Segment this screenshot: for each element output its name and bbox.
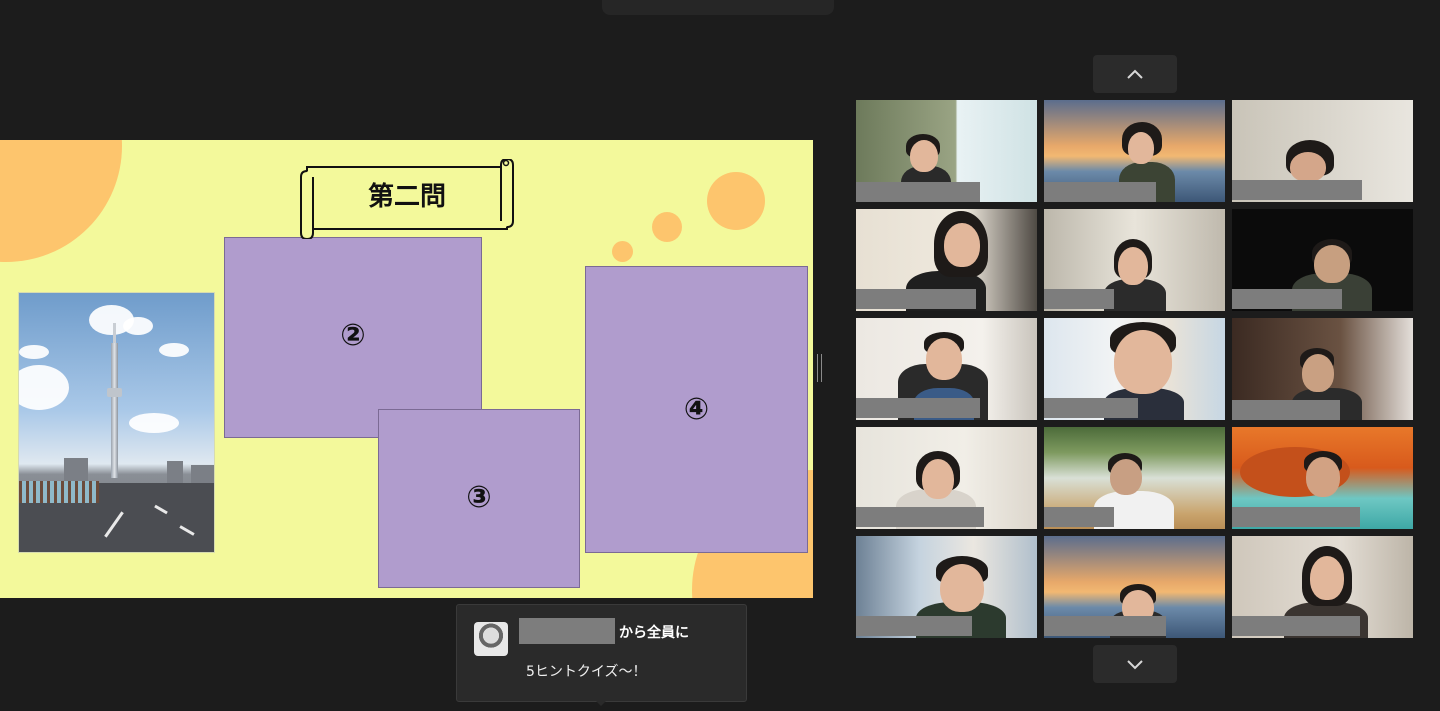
participant-name-mask (1232, 507, 1360, 527)
sender-name-mask (519, 618, 615, 644)
participant-name-mask (856, 398, 980, 418)
deco-circle (612, 241, 633, 262)
top-toolbar-tab[interactable] (602, 0, 834, 15)
participant-name-mask (1232, 400, 1340, 420)
participant-name-mask (856, 616, 972, 636)
answer-box-4: ④ (585, 266, 808, 553)
box-label: ④ (683, 392, 710, 427)
chevron-up-icon (1127, 69, 1143, 79)
box-label: ③ (466, 480, 492, 515)
participant-name-mask (856, 182, 980, 202)
participant-name-mask (856, 289, 976, 309)
chat-message-text: 5ヒントクイズ～！ (526, 664, 647, 680)
participant-video-tile[interactable] (1044, 209, 1225, 311)
panel-splitter-handle[interactable] (817, 354, 822, 382)
participant-video-tile[interactable] (1232, 318, 1413, 420)
deco-circle (652, 212, 682, 242)
participant-name-mask (1044, 289, 1114, 309)
participant-video-tile[interactable] (856, 209, 1037, 311)
participant-name-mask (1232, 616, 1360, 636)
participant-video-tile[interactable] (1232, 427, 1413, 529)
participant-name-mask (1044, 616, 1166, 636)
participant-video-tile[interactable] (856, 427, 1037, 529)
participant-video-tile[interactable] (856, 100, 1037, 202)
participant-video-tile[interactable] (1232, 209, 1413, 311)
skytree-photo (18, 292, 215, 553)
box-label: ② (340, 318, 366, 353)
deco-circle (0, 140, 122, 262)
participant-name-mask (1044, 507, 1114, 527)
participant-video-tile[interactable] (856, 318, 1037, 420)
sender-avatar (474, 622, 508, 656)
chat-recipient-label: から全員に (619, 625, 689, 641)
participant-name-mask (1232, 180, 1362, 200)
participant-video-tile[interactable] (1044, 536, 1225, 638)
chat-notification-popup[interactable]: から全員に 5ヒントクイズ～！ (456, 604, 747, 702)
participant-name-mask (1044, 398, 1138, 418)
participant-name-mask (1232, 289, 1342, 309)
participant-video-tile[interactable] (1044, 427, 1225, 529)
participant-video-tile[interactable] (1232, 100, 1413, 202)
gallery-scroll-up-button[interactable] (1093, 55, 1177, 93)
answer-box-3: ③ (378, 409, 580, 588)
popup-caret (594, 699, 608, 706)
slide-title: 第二問 (367, 182, 446, 212)
deco-circle (707, 172, 765, 230)
participant-video-tile[interactable] (1044, 100, 1225, 202)
answer-box-2: ② (224, 237, 482, 438)
chevron-down-icon (1127, 660, 1143, 670)
participant-video-tile[interactable] (1232, 536, 1413, 638)
participant-video-tile[interactable] (1044, 318, 1225, 420)
participant-name-mask (856, 507, 984, 527)
participant-video-tile[interactable] (856, 536, 1037, 638)
participant-name-mask (1044, 182, 1156, 202)
gallery-scroll-down-button[interactable] (1093, 645, 1177, 683)
